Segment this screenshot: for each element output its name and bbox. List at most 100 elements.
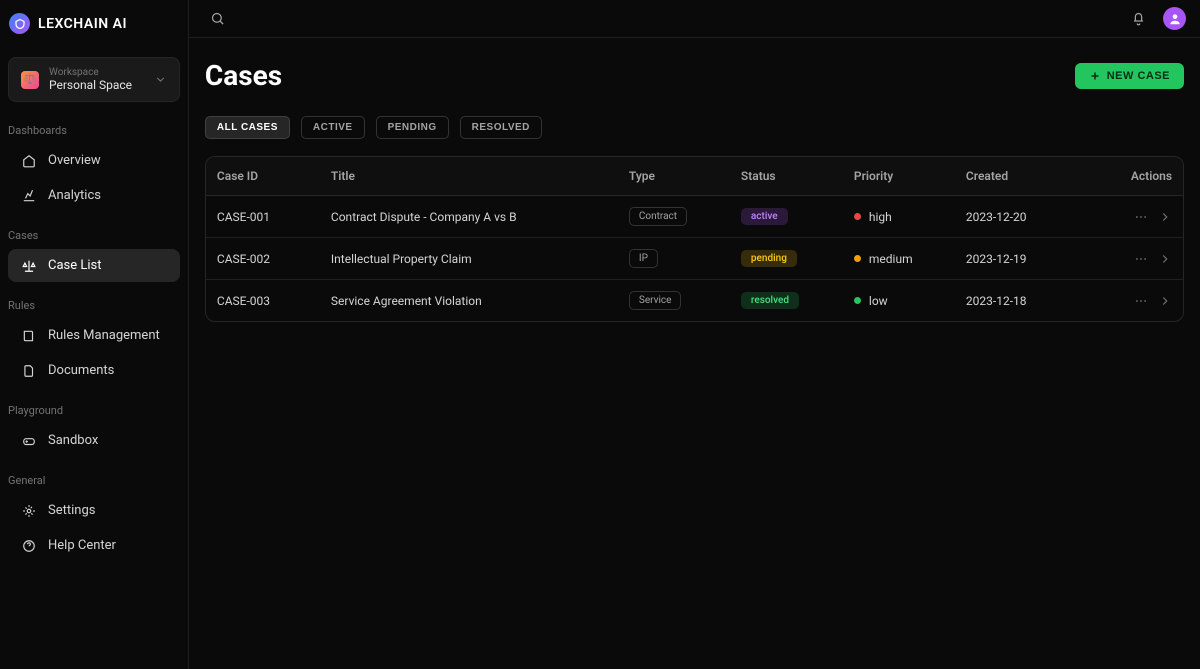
priority-dot-icon: [854, 255, 861, 262]
case-created: 2023-12-19: [966, 252, 1131, 266]
case-created: 2023-12-18: [966, 294, 1131, 308]
section-cases: Cases: [0, 213, 188, 248]
nav-documents[interactable]: Documents: [8, 354, 180, 387]
case-id: CASE-001: [217, 210, 331, 224]
priority-dot-icon: [854, 213, 861, 220]
nav-sandbox[interactable]: Sandbox: [8, 424, 180, 457]
col-actions: Actions: [1131, 169, 1172, 183]
chevron-right-icon: [1158, 252, 1172, 266]
filter-active[interactable]: ACTIVE: [301, 116, 365, 139]
file-icon: [22, 364, 36, 378]
row-more-button[interactable]: [1134, 252, 1148, 266]
scale-icon: [22, 259, 36, 273]
more-horizontal-icon: [1134, 252, 1148, 266]
nav-settings[interactable]: Settings: [8, 494, 180, 527]
col-type: Type: [629, 169, 741, 183]
user-icon: [1168, 12, 1182, 26]
search-button[interactable]: [205, 6, 231, 32]
priority-label: high: [869, 210, 892, 224]
workspace-switcher[interactable]: ⚖️ Workspace Personal Space: [8, 57, 180, 102]
type-badge: IP: [629, 249, 658, 268]
status-badge: pending: [741, 250, 797, 267]
nav-case-list[interactable]: Case List: [8, 249, 180, 282]
case-id: CASE-003: [217, 294, 331, 308]
cases-table: Case ID Title Type Status Priority Creat…: [205, 156, 1184, 322]
col-case-id: Case ID: [217, 169, 331, 183]
home-icon: [22, 154, 36, 168]
status-badge: active: [741, 208, 788, 225]
nav-label: Case List: [48, 258, 102, 273]
row-open-button[interactable]: [1158, 294, 1172, 308]
new-case-button[interactable]: NEW CASE: [1075, 63, 1184, 89]
chevron-right-icon: [1158, 294, 1172, 308]
case-id: CASE-002: [217, 252, 331, 266]
priority-label: medium: [869, 252, 913, 266]
plus-icon: [1089, 70, 1101, 82]
case-title: Intellectual Property Claim: [331, 252, 629, 266]
main: Cases NEW CASE ALL CASES ACTIVE PENDING …: [189, 0, 1200, 669]
filter-row: ALL CASES ACTIVE PENDING RESOLVED: [205, 116, 1184, 139]
book-icon: [22, 329, 36, 343]
priority-dot-icon: [854, 297, 861, 304]
row-open-button[interactable]: [1158, 252, 1172, 266]
section-rules: Rules: [0, 283, 188, 318]
type-badge: Contract: [629, 207, 687, 226]
search-icon: [210, 11, 225, 26]
content: Cases NEW CASE ALL CASES ACTIVE PENDING …: [189, 38, 1200, 669]
nav-label: Overview: [48, 153, 101, 168]
col-priority: Priority: [854, 169, 966, 183]
type-badge: Service: [629, 291, 682, 310]
brand-logo[interactable]: LEXCHAIN AI: [0, 0, 188, 47]
nav-analytics[interactable]: Analytics: [8, 179, 180, 212]
col-title: Title: [331, 169, 629, 183]
new-case-label: NEW CASE: [1107, 70, 1170, 82]
page-title: Cases: [205, 59, 282, 92]
nav-label: Settings: [48, 503, 95, 518]
table-row[interactable]: CASE-001 Contract Dispute - Company A vs…: [206, 196, 1183, 238]
more-horizontal-icon: [1134, 294, 1148, 308]
chevron-down-icon: [154, 73, 167, 86]
chart-icon: [22, 189, 36, 203]
row-more-button[interactable]: [1134, 294, 1148, 308]
bell-icon: [1131, 11, 1146, 26]
gamepad-icon: [22, 434, 36, 448]
row-more-button[interactable]: [1134, 210, 1148, 224]
help-icon: [22, 539, 36, 553]
table-row[interactable]: CASE-003 Service Agreement Violation Ser…: [206, 280, 1183, 321]
workspace-label: Workspace: [49, 67, 144, 78]
nav-label: Documents: [48, 363, 114, 378]
case-created: 2023-12-20: [966, 210, 1131, 224]
workspace-name: Personal Space: [49, 78, 144, 92]
topbar: [189, 0, 1200, 38]
brand-name: LEXCHAIN AI: [38, 16, 127, 32]
workspace-icon: ⚖️: [21, 71, 39, 89]
filter-all-cases[interactable]: ALL CASES: [205, 116, 290, 139]
section-general: General: [0, 458, 188, 493]
nav-label: Sandbox: [48, 433, 98, 448]
logo-mark-icon: [9, 13, 30, 34]
row-open-button[interactable]: [1158, 210, 1172, 224]
nav-rules-management[interactable]: Rules Management: [8, 319, 180, 352]
col-status: Status: [741, 169, 854, 183]
nav-overview[interactable]: Overview: [8, 144, 180, 177]
table-header: Case ID Title Type Status Priority Creat…: [206, 157, 1183, 196]
case-title: Contract Dispute - Company A vs B: [331, 210, 629, 224]
sidebar: LEXCHAIN AI ⚖️ Workspace Personal Space …: [0, 0, 189, 669]
user-avatar[interactable]: [1163, 7, 1186, 30]
gear-icon: [22, 504, 36, 518]
col-created: Created: [966, 169, 1131, 183]
nav-label: Help Center: [48, 538, 116, 553]
priority-label: low: [869, 294, 888, 308]
more-horizontal-icon: [1134, 210, 1148, 224]
nav-help-center[interactable]: Help Center: [8, 529, 180, 562]
filter-pending[interactable]: PENDING: [376, 116, 449, 139]
nav-label: Analytics: [48, 188, 101, 203]
table-row[interactable]: CASE-002 Intellectual Property Claim IP …: [206, 238, 1183, 280]
status-badge: resolved: [741, 292, 799, 309]
notifications-button[interactable]: [1125, 6, 1151, 32]
nav-label: Rules Management: [48, 328, 160, 343]
chevron-right-icon: [1158, 210, 1172, 224]
case-title: Service Agreement Violation: [331, 294, 629, 308]
section-playground: Playground: [0, 388, 188, 423]
filter-resolved[interactable]: RESOLVED: [460, 116, 542, 139]
